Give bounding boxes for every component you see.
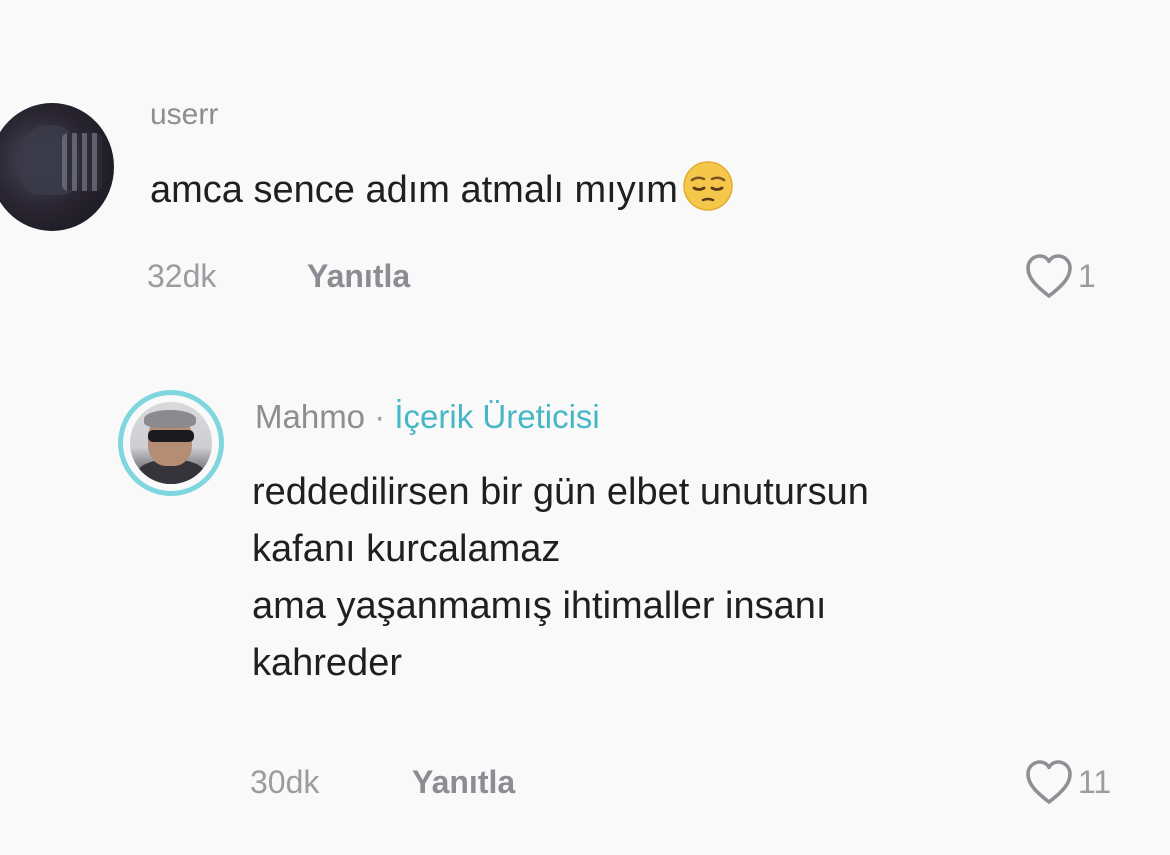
avatar-image <box>130 402 212 484</box>
creator-avatar[interactable] <box>118 390 224 496</box>
avatar-hair <box>144 410 196 428</box>
comment-time: 32dk <box>147 258 217 294</box>
comment-item: userr amca sence adım atmalı mıyım 32dk … <box>0 0 1170 330</box>
creator-badge: İçerik Üreticisi <box>394 398 600 435</box>
avatar-image-detail <box>62 133 102 191</box>
like-count: 11 <box>1078 763 1112 800</box>
comment-text: amca sence adım atmalı mıyım <box>150 160 736 219</box>
comment-text-line: ama yaşanmamış ihtimaller insanı <box>252 585 827 627</box>
comments-screen: userr amca sence adım atmalı mıyım 32dk … <box>0 0 1170 855</box>
avatar[interactable] <box>0 103 114 231</box>
comment-time: 30dk <box>250 764 320 800</box>
pensive-face-emoji <box>683 161 733 211</box>
comment-text-line: kafanı kurcalamaz <box>252 528 561 570</box>
comment-text-line: reddedilirsen bir gün elbet unutursun <box>252 471 869 513</box>
heart-outline-icon <box>1026 254 1072 298</box>
reply-button[interactable]: Yanıtla <box>307 258 410 295</box>
comment-header: Mahmo · İçerik Üreticisi <box>255 398 600 436</box>
comment-text: reddedilirsen bir gün elbet unutursun ka… <box>252 464 869 692</box>
like-button[interactable]: 1 <box>1024 252 1096 300</box>
comment-text-line: amca sence adım atmalı mıyım <box>150 169 678 211</box>
reply-button[interactable]: Yanıtla <box>412 764 515 801</box>
comment-username[interactable]: Mahmo <box>255 398 365 435</box>
like-button[interactable]: 11 <box>1024 758 1111 806</box>
heart-outline-icon <box>1026 760 1072 804</box>
comment-text-line: kahreder <box>252 642 402 684</box>
avatar-sunglasses <box>148 430 194 442</box>
separator-dot: · <box>374 398 386 435</box>
reply-comment-item: Mahmo · İçerik Üreticisi reddedilirsen b… <box>0 330 1170 855</box>
comment-username[interactable]: userr <box>150 98 218 132</box>
like-count: 1 <box>1078 257 1096 294</box>
